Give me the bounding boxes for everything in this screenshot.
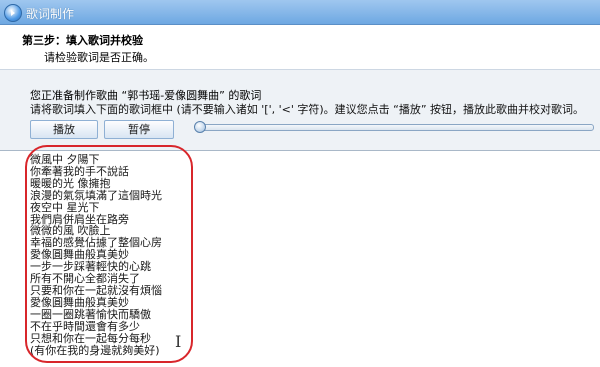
- progress-slider[interactable]: [196, 124, 594, 131]
- step-subtitle: 请检验歌词是否正确。: [44, 51, 154, 64]
- lyric-line: 一圈一圈跳著愉快而驕傲: [30, 307, 151, 321]
- main-panel: 您正准备制作歌曲 “郭书瑶-爱像圆舞曲” 的歌词 请将歌词填入下面的歌词框中 (…: [0, 70, 600, 367]
- lyrics-textarea[interactable]: 微風中 夕陽下 你牽著我的手不說話 暖暖的光 像擁抱 浪漫的氣氛填滿了這個時光 夜空中 …: [0, 150, 600, 367]
- lyric-line: 只想和你在一起每分每秒: [30, 331, 151, 345]
- step-header: 第三步：填入歌词并校验 请检验歌词是否正确。: [0, 25, 600, 70]
- play-button[interactable]: 播放: [30, 120, 98, 139]
- lyrics-text: 微風中 夕陽下 你牽著我的手不說話 暖暖的光 像擁抱 浪漫的氣氛填滿了這個時光 夜空中 …: [30, 154, 162, 356]
- lyric-line: 夜空中 星光下: [30, 200, 100, 214]
- lyric-line: 浪漫的氣氛填滿了這個時光: [30, 188, 162, 202]
- app-logo-icon: [4, 4, 22, 22]
- pause-button[interactable]: 暂停: [104, 120, 174, 139]
- text-cursor-icon: I: [175, 332, 182, 351]
- window-title: 歌词制作: [26, 7, 75, 21]
- progress-slider-thumb[interactable]: [194, 121, 206, 133]
- lyric-line: 不在乎時間還會有多少: [30, 319, 140, 333]
- lyric-line: (有你在我的身邊就夠美好): [30, 343, 160, 357]
- instruction-text: 请将歌词填入下面的歌词框中 (请不要输入诸如 '[', '<' 字符)。建议您点…: [30, 103, 585, 116]
- lyric-line: 愛像圓舞曲般真美妙: [30, 295, 129, 309]
- title-bar: 歌词制作: [0, 0, 600, 25]
- step-title: 第三步：填入歌词并校验: [22, 34, 143, 47]
- lyric-line: 暖暖的光 像擁抱: [30, 176, 111, 190]
